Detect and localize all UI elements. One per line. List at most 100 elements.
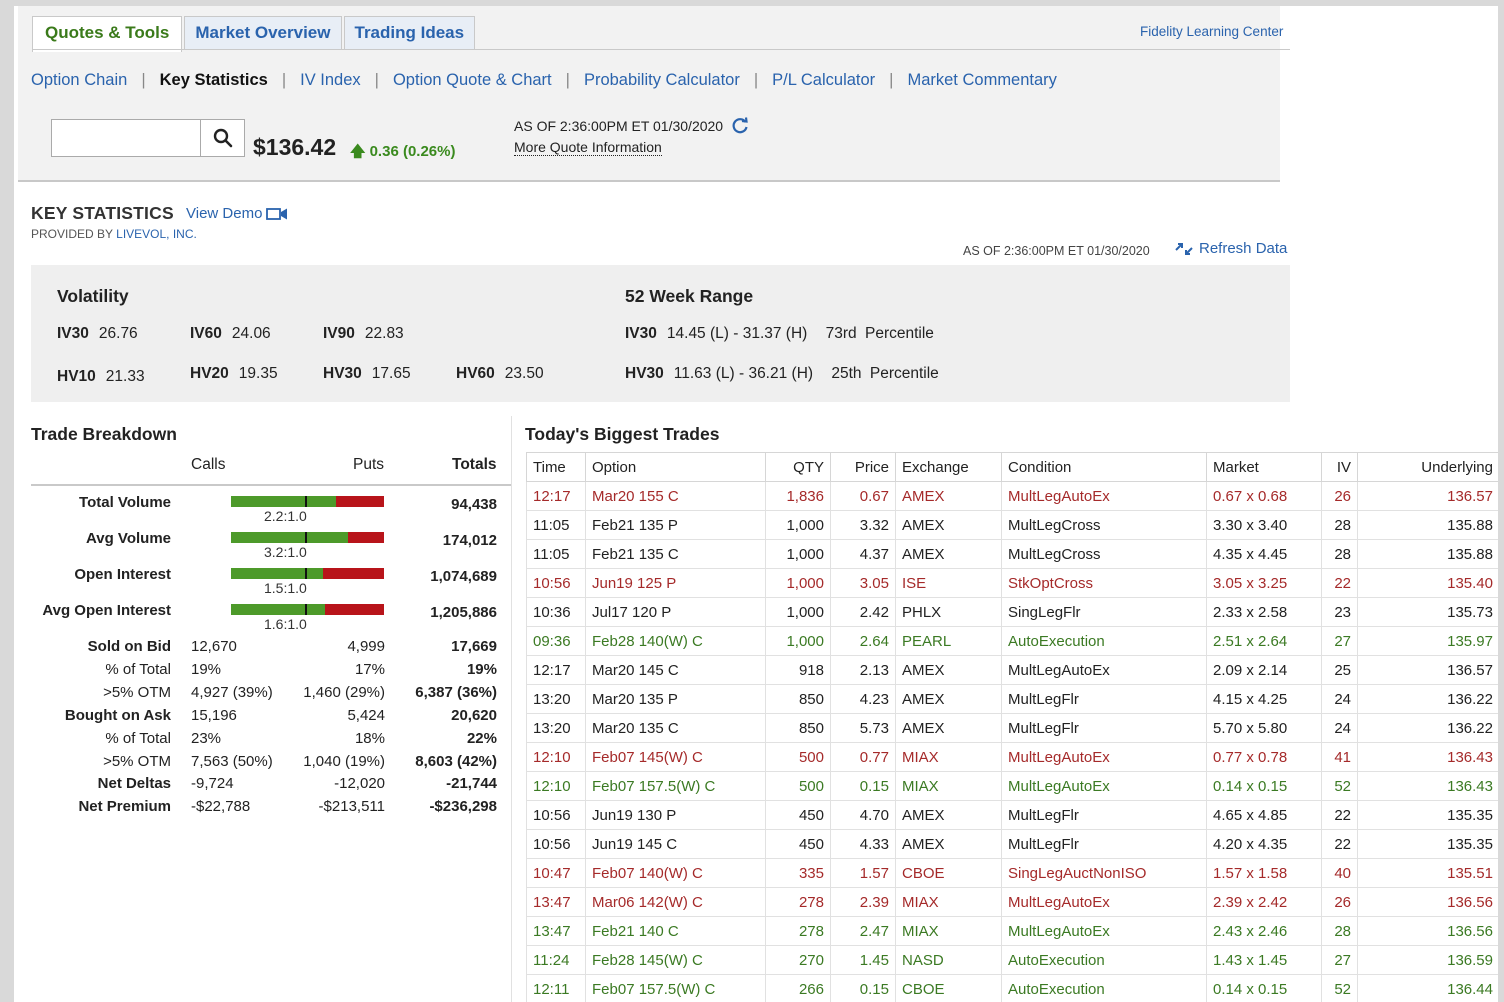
cell-market: 3.30 x 3.40 [1206,510,1322,540]
trade-row[interactable]: 13:20 Mar20 135 C 850 5.73 AMEX MultLegFlr 5.7… [526,713,1498,743]
tab-quotes-tools[interactable]: Quotes & Tools [32,16,183,52]
more-quote-info-link[interactable]: More Quote Information [514,139,662,156]
trade-row[interactable]: 12:10 Feb07 145(W) C 500 0.77 MIAX MultLegAut… [526,742,1498,772]
cell-underlying: 135.73 [1357,597,1498,627]
cell-time: 10:56 [526,568,586,598]
calls-header: Calls [191,456,226,473]
cell-condition: AutoExecution [1001,945,1207,975]
subnav-market-commentary[interactable]: Market Commentary [907,71,1056,90]
cell-underlying: 135.35 [1357,829,1498,859]
search-button[interactable] [201,119,245,157]
trade-row[interactable]: 13:47 Mar06 142(W) C 278 2.39 MIAX MultLegAut… [526,887,1498,917]
provider-link[interactable]: LIVEVOL, INC. [116,227,197,241]
cell-market: 4.20 x 4.35 [1206,829,1322,859]
col-option[interactable]: Option [585,452,766,482]
trade-row[interactable]: 13:47 Feb21 140 C 278 2.47 MIAX MultLegAutoEx… [526,916,1498,946]
cell-market: 2.51 x 2.64 [1206,626,1322,656]
breakdown-row-label: Avg Open Interest [42,602,171,619]
col-time[interactable]: Time [526,452,586,482]
trade-row[interactable]: 11:05 Feb21 135 P 1,000 3.32 AMEX MultLegCros… [526,510,1498,540]
col-underlying[interactable]: Underlying [1357,452,1498,482]
cell-condition: MultLegAutoEx [1001,771,1207,801]
calls-bar-segment [231,496,337,507]
cell-option: Mar20 145 C [585,655,766,685]
view-demo-link[interactable]: View Demo [186,205,288,222]
hv30-stat: HV30 17.65 [323,365,411,383]
cell-time: 10:56 [526,800,586,830]
symbol-search-input[interactable] [51,119,201,157]
cell-market: 0.14 x 0.15 [1206,771,1322,801]
trade-row[interactable]: 11:05 Feb21 135 C 1,000 4.37 AMEX MultLegCros… [526,539,1498,569]
trade-row[interactable]: 10:56 Jun19 125 P 1,000 3.05 ISE StkOptCross 3… [526,568,1498,598]
subnav-option-chain[interactable]: Option Chain [31,71,127,90]
calls-value: 12,670 [191,638,237,655]
trade-row[interactable]: 10:36 Jul17 120 P 1,000 2.42 PHLX SingLegFlr 2… [526,597,1498,627]
cell-underlying: 136.22 [1357,713,1498,743]
trade-row[interactable]: 10:47 Feb07 140(W) C 335 1.57 CBOE SingLegAuc… [526,858,1498,888]
subnav-option-quote-chart[interactable]: Option Quote & Chart [393,71,552,90]
calls-puts-ratio: 2.2:1.0 [264,508,307,524]
learning-center-link[interactable]: Fidelity Learning Center [1140,24,1283,39]
trade-row[interactable]: 11:24 Feb28 145(W) C 270 1.45 NASD AutoExecut… [526,945,1498,975]
tab-market-overview[interactable]: Market Overview [184,16,342,50]
cell-time: 11:05 [526,539,586,569]
cell-condition: AutoExecution [1001,626,1207,656]
subnav-pl-calculator[interactable]: P/L Calculator [772,71,875,90]
cell-market: 2.09 x 2.14 [1206,655,1322,685]
calls-value: 7,563 (50%) [191,752,273,770]
cell-qty: 278 [765,916,831,946]
iv60-stat: IV60 24.06 [190,325,271,343]
col-iv[interactable]: IV [1321,452,1358,482]
cell-condition: AutoExecution [1001,974,1207,1002]
cell-exchange: AMEX [895,713,1002,743]
cell-market: 0.14 x 0.15 [1206,974,1322,1002]
refresh-data-button[interactable]: Refresh Data [1174,240,1287,257]
cell-condition: MultLegFlr [1001,800,1207,830]
trade-row[interactable]: 10:56 Jun19 130 P 450 4.70 AMEX MultLegFlr 4.6… [526,800,1498,830]
col-price[interactable]: Price [830,452,896,482]
trade-row[interactable]: 12:17 Mar20 145 C 918 2.13 AMEX MultLegAutoEx… [526,655,1498,685]
calls-value: -$22,788 [191,798,251,816]
col-market[interactable]: Market [1206,452,1322,482]
trade-row[interactable]: 13:20 Mar20 135 P 850 4.23 AMEX MultLegFlr 4.1… [526,684,1498,714]
trade-row[interactable]: 10:56 Jun19 145 C 450 4.33 AMEX MultLegFlr 4.2… [526,829,1498,859]
cell-iv: 23 [1321,597,1358,627]
cell-option: Feb07 145(W) C [585,742,766,772]
cell-iv: 52 [1321,974,1358,1002]
trade-row[interactable]: 09:36 Feb28 140(W) C 1,000 2.64 PEARL AutoExe… [526,626,1498,656]
tab-trading-ideas[interactable]: Trading Ideas [343,16,476,50]
cell-qty: 1,000 [765,510,831,540]
percentile-value: 25th [831,365,862,382]
cell-underlying: 136.22 [1357,684,1498,714]
col-qty[interactable]: QTY [765,452,831,482]
cell-price: 4.23 [830,684,896,714]
cell-iv: 24 [1321,713,1358,743]
subnav-key-statistics[interactable]: Key Statistics [160,71,268,90]
trade-row[interactable]: 12:17 Mar20 155 C 1,836 0.67 AMEX MultLegAuto… [526,481,1498,511]
price-change-value: 0.36 (0.26%) [369,143,456,160]
cell-iv: 28 [1321,539,1358,569]
cell-condition: MultLegAutoEx [1001,887,1207,917]
cell-market: 1.43 x 1.45 [1206,945,1322,975]
calls-bar-segment [231,604,326,615]
table-header-rule [31,484,511,486]
col-exchange[interactable]: Exchange [895,452,1002,482]
breakdown-row-label: Net Premium [78,798,171,816]
calls-puts-ratio: 1.5:1.0 [264,580,307,596]
trade-row[interactable]: 12:11 Feb07 157.5(W) C 266 0.15 CBOE AutoExec… [526,974,1498,1002]
puts-bar-segment [325,604,384,615]
midpoint-tick [305,532,307,543]
col-condition[interactable]: Condition [1001,452,1207,482]
week52-iv30: IV30 14.45 (L) - 31.37 (H) 73rd Percentil… [625,325,934,343]
subnav-probability-calculator[interactable]: Probability Calculator [584,71,740,90]
puts-value: 4,999 [347,638,385,655]
trade-row[interactable]: 12:10 Feb07 157.5(W) C 500 0.15 MIAX MultLegA… [526,771,1498,801]
subnav-iv-index[interactable]: IV Index [300,71,361,90]
subnav-separator: | [753,71,759,89]
cell-iv: 27 [1321,626,1358,656]
refresh-icon[interactable] [731,117,749,135]
cell-price: 5.73 [830,713,896,743]
stat-value: 23.50 [504,365,544,382]
week52-hv30: HV30 11.63 (L) - 36.21 (H) 25th Percentil… [625,365,939,383]
percentile-label: Percentile [864,325,934,342]
